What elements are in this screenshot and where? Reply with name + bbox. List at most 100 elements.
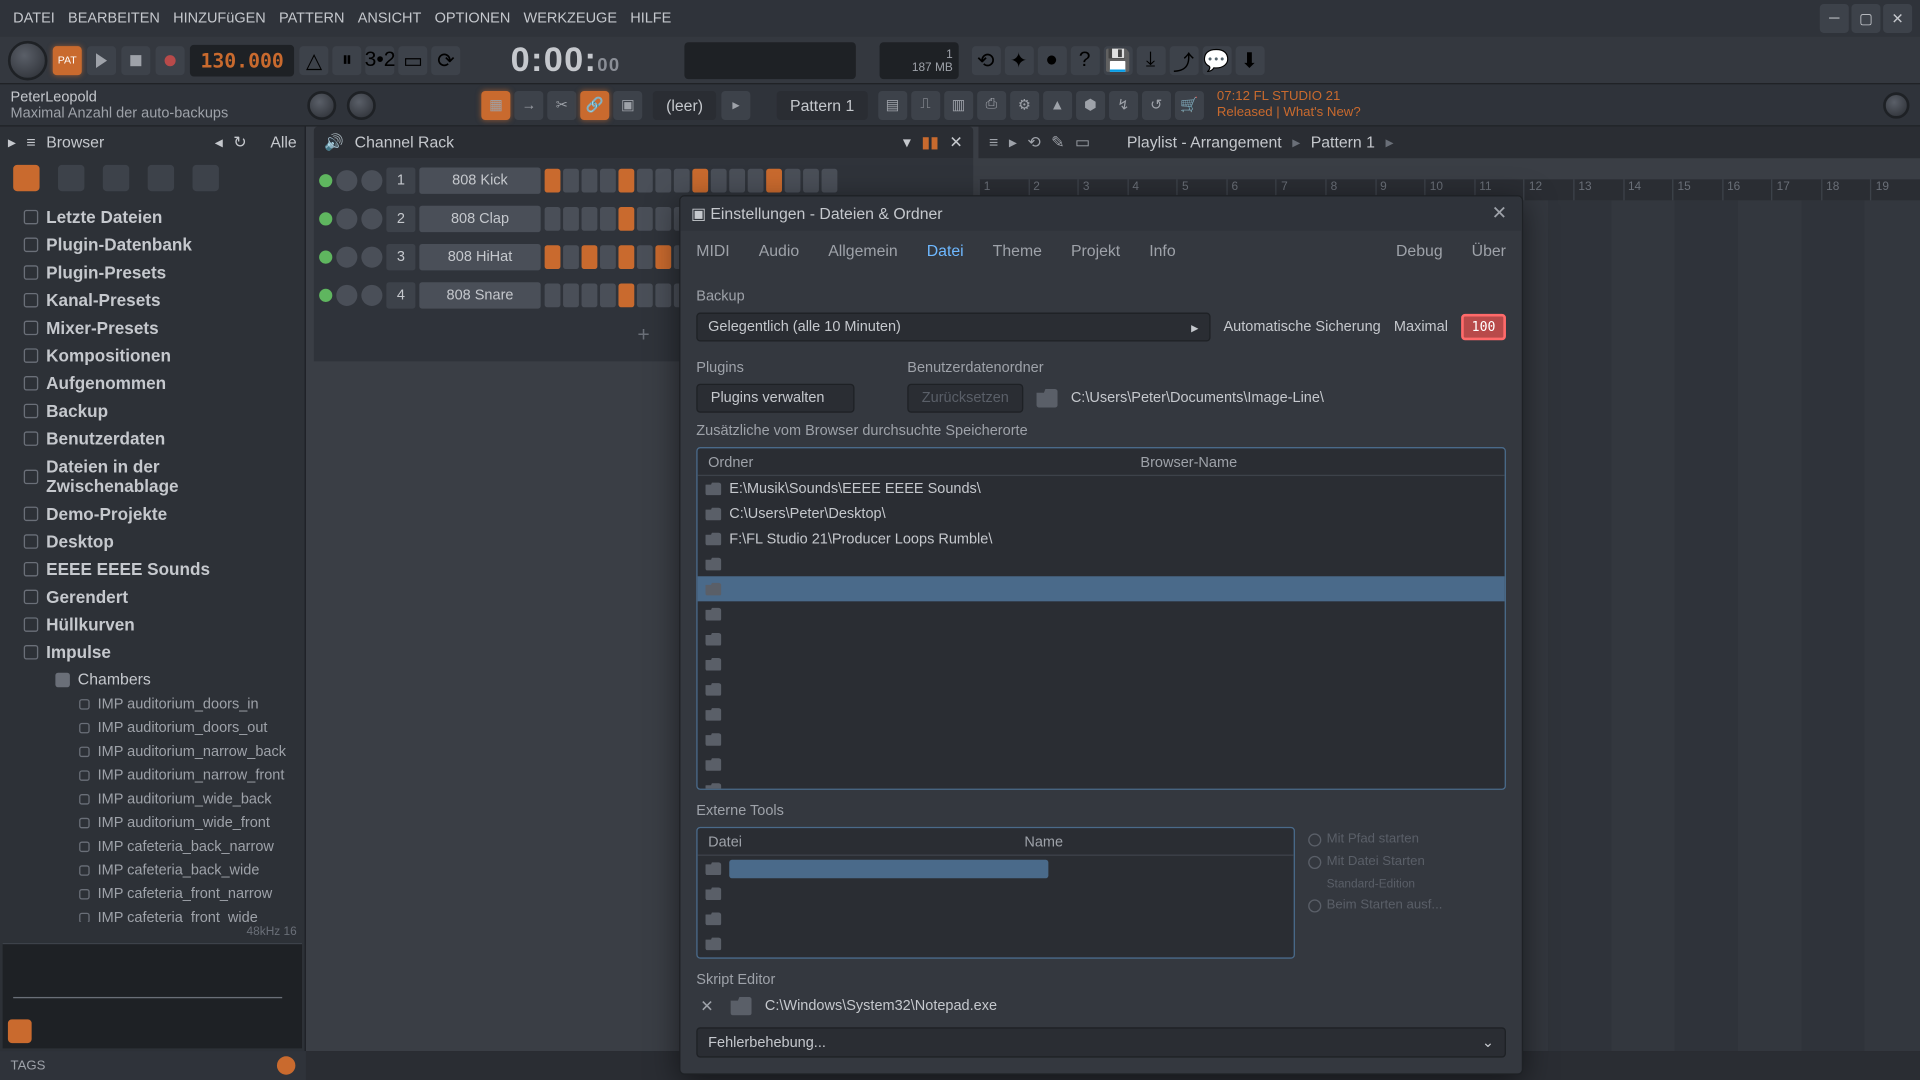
location-row-empty[interactable] — [698, 601, 1505, 626]
step-button[interactable] — [563, 245, 579, 269]
pattern-mode-button[interactable]: PAT — [53, 45, 82, 74]
browser-refresh-button[interactable]: ↻ — [233, 133, 246, 151]
channel-number[interactable]: 1 — [386, 167, 415, 193]
step-button[interactable] — [785, 169, 801, 193]
step-button[interactable] — [637, 245, 653, 269]
step-button[interactable] — [582, 207, 598, 231]
loop-rec-button[interactable]: ⟳ — [432, 45, 461, 74]
tree-subitem[interactable]: IMP auditorium_doors_in — [0, 692, 305, 716]
tab-midi[interactable]: MIDI — [694, 239, 733, 263]
tree-item[interactable]: Kanal-Presets — [0, 286, 305, 314]
step-button[interactable] — [600, 207, 616, 231]
playlist-tool-1[interactable]: ⟲ — [1027, 133, 1040, 151]
menu-bearbeiten[interactable]: BEARBEITEN — [63, 8, 165, 29]
channel-rack-close-button[interactable]: ✕ — [949, 133, 962, 151]
win-pianoroll-button[interactable]: ▥ — [944, 90, 973, 119]
tree-item[interactable]: Hüllkurven — [0, 611, 305, 639]
step-button[interactable] — [600, 284, 616, 308]
playlist-menu-icon[interactable]: ≡ — [989, 133, 998, 151]
channel-led[interactable] — [319, 289, 332, 302]
external-row[interactable] — [698, 881, 1294, 906]
max-backup-value[interactable]: 100 — [1461, 314, 1506, 340]
location-row-empty[interactable] — [698, 651, 1505, 676]
step-button[interactable] — [655, 207, 671, 231]
step-mode-button[interactable]: ▭ — [399, 45, 428, 74]
browser-clip-button[interactable] — [58, 165, 84, 191]
tab-file[interactable]: Datei — [924, 239, 966, 263]
step-button[interactable] — [600, 245, 616, 269]
tree-subitem[interactable]: IMP auditorium_doors_out — [0, 716, 305, 740]
script-clear-button[interactable]: ✕ — [696, 996, 717, 1017]
step-button[interactable] — [748, 169, 764, 193]
step-button[interactable] — [655, 245, 671, 269]
undo-history-button[interactable]: ⟲ — [971, 45, 1000, 74]
step-button[interactable] — [582, 169, 598, 193]
location-row-empty[interactable] — [698, 676, 1505, 701]
window-close-button[interactable]: ✕ — [1883, 4, 1912, 33]
external-tools-list[interactable]: Datei Name — [696, 827, 1295, 959]
tree-item[interactable]: Dateien in der Zwischenablage — [0, 452, 305, 499]
radio-start[interactable] — [1308, 899, 1321, 912]
location-row[interactable]: F:\FL Studio 21\Producer Loops Rumble\ — [698, 526, 1505, 551]
tab-general[interactable]: Allgemein — [826, 239, 901, 263]
download-button[interactable]: ⬇ — [1235, 45, 1264, 74]
channel-row[interactable]: 1808 Kick — [319, 164, 968, 198]
browser-sound-button[interactable] — [103, 165, 129, 191]
channel-pan-knob[interactable] — [336, 247, 357, 268]
location-row-empty[interactable] — [698, 626, 1505, 651]
script-folder-icon[interactable] — [731, 997, 752, 1015]
tree-item[interactable]: Desktop — [0, 527, 305, 555]
pattern-selector[interactable]: Pattern 1 — [777, 90, 868, 119]
tree-item[interactable]: Benutzerdaten — [0, 425, 305, 453]
step-button[interactable] — [692, 169, 708, 193]
stop-button[interactable] — [121, 45, 150, 74]
channel-name[interactable]: 808 HiHat — [419, 244, 540, 270]
step-button[interactable] — [766, 169, 782, 193]
browser-db-button[interactable] — [148, 165, 174, 191]
manage-plugins-button[interactable]: Plugins verwalten — [696, 384, 854, 413]
channel-number[interactable]: 2 — [386, 206, 415, 232]
tab-debug[interactable]: Debug — [1393, 239, 1445, 263]
news-icon[interactable] — [1883, 92, 1909, 118]
browser-fav-button[interactable] — [193, 165, 219, 191]
tree-subitem[interactable]: IMP cafeteria_back_wide — [0, 858, 305, 882]
tree-subitem[interactable]: IMP auditorium_narrow_back — [0, 740, 305, 764]
tree-subitem[interactable]: IMP cafeteria_front_narrow — [0, 882, 305, 906]
win-7-button[interactable]: ⬢ — [1076, 90, 1105, 119]
step-button[interactable] — [545, 169, 561, 193]
channel-vol-knob[interactable] — [361, 247, 382, 268]
tab-audio[interactable]: Audio — [756, 239, 802, 263]
win-channelrack-button[interactable]: ▤ — [878, 90, 907, 119]
location-row-empty[interactable] — [698, 702, 1505, 727]
tree-subitem[interactable]: IMP auditorium_narrow_front — [0, 764, 305, 788]
tree-subitem[interactable]: IMP auditorium_wide_back — [0, 787, 305, 811]
midi-input-select[interactable]: (leer) — [653, 90, 716, 119]
help-button[interactable]: ? — [1070, 45, 1099, 74]
tree-item[interactable]: Impulse — [0, 638, 305, 666]
menu-hinzufuegen[interactable]: HINZUFüGEN — [168, 8, 271, 29]
location-row[interactable]: C:\Users\Peter\Desktop\ — [698, 501, 1505, 526]
tree-subitem[interactable]: IMP cafeteria_back_narrow — [0, 835, 305, 859]
dialog-close-button[interactable]: ✕ — [1487, 202, 1511, 226]
tree-item[interactable]: Letzte Dateien — [0, 203, 305, 231]
win-6-button[interactable]: ▲ — [1043, 90, 1072, 119]
playlist-tool-3[interactable]: ▭ — [1075, 133, 1090, 151]
menu-datei[interactable]: DATEI — [8, 8, 60, 29]
step-button[interactable] — [582, 245, 598, 269]
tree-item[interactable]: Aufgenommen — [0, 369, 305, 397]
channel-led[interactable] — [319, 174, 332, 187]
channel-number[interactable]: 3 — [386, 244, 415, 270]
view-cut-button[interactable]: ✂ — [547, 90, 576, 119]
browser-back-button[interactable]: ◂ — [215, 133, 223, 151]
tree-item[interactable]: Plugin-Datenbank — [0, 231, 305, 259]
win-plugin-button[interactable]: ⚙ — [1010, 90, 1039, 119]
channel-name[interactable]: 808 Kick — [419, 167, 540, 193]
channel-led[interactable] — [319, 251, 332, 264]
tree-item[interactable]: Backup — [0, 397, 305, 425]
tree-item[interactable]: Demo-Projekte — [0, 500, 305, 528]
window-maximize-button[interactable]: ▢ — [1851, 4, 1880, 33]
preview-play-button[interactable] — [8, 1019, 32, 1043]
step-button[interactable] — [600, 169, 616, 193]
channel-vol-knob[interactable] — [361, 170, 382, 191]
tree-item[interactable]: EEEE EEEE Sounds — [0, 555, 305, 583]
